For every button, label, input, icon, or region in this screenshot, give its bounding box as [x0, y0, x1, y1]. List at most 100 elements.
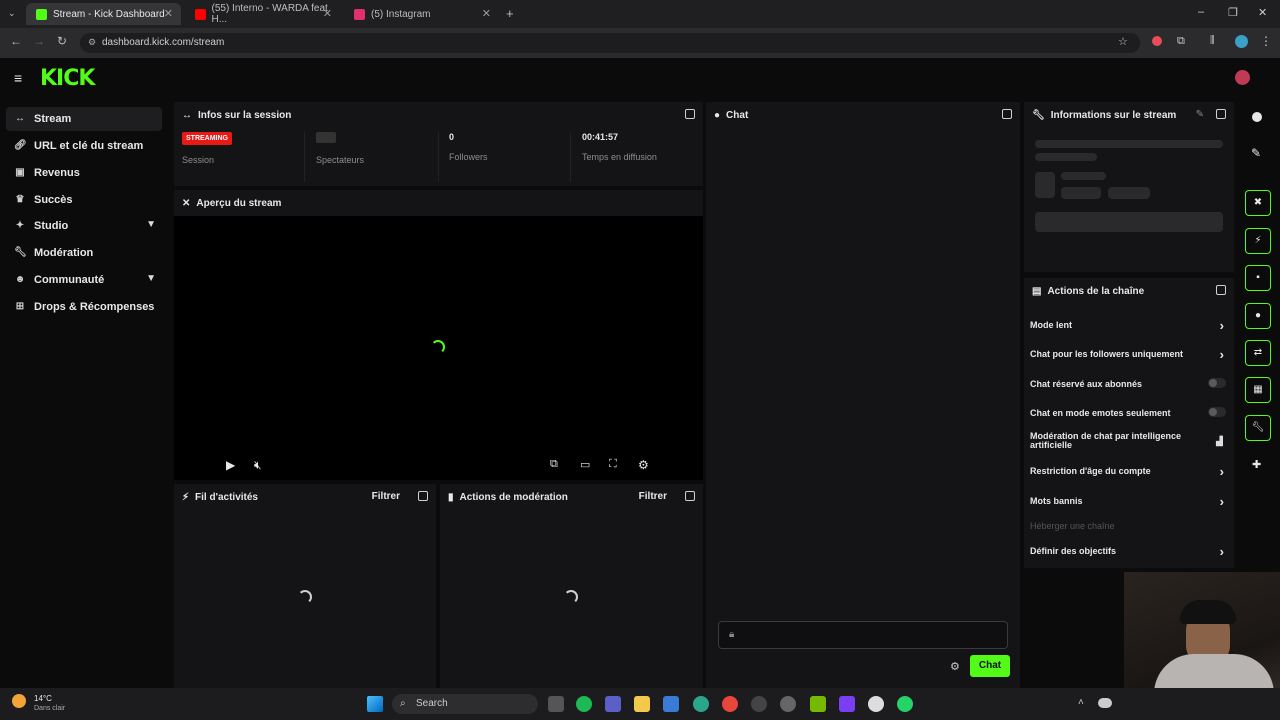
fullscreen-icon[interactable]: ⛶: [609, 458, 617, 471]
popout-icon[interactable]: [685, 109, 695, 119]
task-view-icon[interactable]: [548, 696, 564, 712]
chat-settings-gear-icon[interactable]: ⚙: [950, 660, 960, 673]
popout-icon[interactable]: [1002, 109, 1012, 119]
session-label: Session: [182, 155, 215, 165]
app-icon[interactable]: [751, 696, 767, 712]
info-icon[interactable]: [1252, 112, 1262, 122]
tab-menu-icon[interactable]: ⌄: [8, 8, 16, 19]
filter-button[interactable]: Filtrer: [372, 491, 400, 502]
edit-pencil-icon[interactable]: ✎: [1196, 109, 1204, 120]
sidebar-item-stream[interactable]: ↔ Stream: [6, 107, 162, 131]
session-stat: STREAMING Session: [182, 132, 232, 165]
sidebar-item-label: Modération: [34, 247, 94, 259]
close-icon[interactable]: ✕: [164, 7, 173, 20]
kick-logo[interactable]: KICK: [40, 66, 95, 91]
whatsapp-icon[interactable]: [897, 696, 913, 712]
send-chat-button[interactable]: Chat: [970, 655, 1010, 677]
app-header: [0, 58, 1280, 100]
edge-icon[interactable]: [693, 696, 709, 712]
tray-chevron-up-icon[interactable]: ˄: [1078, 697, 1084, 708]
bookmark-star-icon[interactable]: ☆: [1118, 35, 1128, 48]
filter-button[interactable]: Filtrer: [639, 491, 667, 502]
sidebar-item-moderation[interactable]: 🔧︎ Modération: [6, 241, 162, 265]
sidebar-item-achievements[interactable]: ♛ Succès: [6, 188, 162, 212]
item-label: Chat pour les followers uniquement: [1030, 349, 1184, 359]
sidebar-item-drops[interactable]: ⊞ Drops & Récompenses: [6, 295, 162, 319]
quick-action-chat-icon[interactable]: ●: [1245, 303, 1271, 329]
tab-youtube[interactable]: (55) Interno - WARDA feat H... ✕: [185, 3, 340, 25]
stream-time-value: 00:41:57: [582, 132, 619, 142]
settings-gear-icon[interactable]: ⚙: [638, 458, 649, 472]
taskbar-search[interactable]: ⌕ Search: [392, 694, 538, 714]
browser-menu-icon[interactable]: ⋮: [1260, 34, 1272, 48]
windows-start-icon[interactable]: [367, 696, 383, 712]
tab-label: (5) Instagram: [371, 8, 431, 20]
hamburger-menu-icon[interactable]: ≡: [14, 70, 22, 86]
spotify-icon[interactable]: [576, 696, 592, 712]
chevron-down-icon: ▼: [146, 273, 156, 284]
obs-icon[interactable]: [839, 696, 855, 712]
theater-mode-icon[interactable]: ▭: [580, 458, 590, 471]
url-field[interactable]: dashboard.kick.com/stream: [80, 33, 1140, 53]
back-icon[interactable]: ←: [10, 34, 22, 48]
sidepanel-icon[interactable]: ⫼: [1210, 35, 1215, 46]
sidebar-item-stream-url[interactable]: 🔗︎ URL et clé du stream: [6, 134, 162, 158]
minimize-icon[interactable]: –: [1198, 6, 1204, 18]
quick-action-raid-icon[interactable]: ✖: [1245, 190, 1271, 216]
play-icon[interactable]: ▶: [226, 458, 235, 472]
window-close-icon[interactable]: ✕: [1258, 6, 1267, 19]
file-explorer-icon[interactable]: [634, 696, 650, 712]
picture-in-picture-icon[interactable]: ⧉: [550, 458, 558, 471]
panel-title: Chat: [726, 109, 749, 121]
sidebar-item-label: Communauté: [34, 274, 105, 286]
emotes-only-toggle[interactable]: [1208, 407, 1226, 417]
add-widget-icon[interactable]: ✚: [1252, 458, 1261, 471]
close-icon[interactable]: ✕: [323, 7, 332, 20]
quick-action-swap-icon[interactable]: ⇄: [1245, 340, 1271, 366]
sidebar-item-community[interactable]: ☻ Communauté ▼: [6, 268, 162, 292]
edit-pencil-icon[interactable]: ✎: [1251, 146, 1261, 160]
reload-icon[interactable]: ↻: [57, 34, 67, 48]
tab-instagram[interactable]: (5) Instagram ✕: [344, 3, 499, 25]
chat-input[interactable]: 🔒︎: [718, 621, 1008, 649]
item-label: Chat en mode emotes seulement: [1030, 408, 1171, 418]
set-goals-item[interactable]: Définir des objectifs ›: [1030, 544, 1230, 559]
steam-icon[interactable]: [868, 696, 884, 712]
extension-icon[interactable]: [1152, 36, 1162, 46]
site-info-icon[interactable]: ⚙: [88, 37, 96, 48]
followers-only-chat-item[interactable]: Chat pour les followers uniquement ›: [1030, 347, 1230, 362]
tab-kick-dashboard[interactable]: Stream - Kick Dashboard ✕: [26, 3, 181, 25]
popout-icon[interactable]: [1216, 285, 1226, 295]
age-restriction-item[interactable]: Restriction d'âge du compte ›: [1030, 464, 1230, 479]
forward-icon[interactable]: →: [33, 34, 45, 48]
mute-icon[interactable]: 🔇︎: [254, 458, 262, 473]
user-avatar[interactable]: [1235, 70, 1250, 85]
quick-action-note-icon[interactable]: ▪: [1245, 265, 1271, 291]
new-tab-icon[interactable]: +: [506, 6, 514, 21]
subscribers-only-toggle[interactable]: [1208, 378, 1226, 388]
maximize-icon[interactable]: ❐: [1228, 6, 1238, 19]
popout-icon[interactable]: [1216, 109, 1226, 119]
quick-action-store-icon[interactable]: ▦: [1245, 377, 1271, 403]
quick-action-bolt-icon[interactable]: ⚡︎: [1245, 228, 1271, 254]
profile-avatar-icon[interactable]: [1235, 35, 1248, 48]
banned-words-item[interactable]: Mots bannis ›: [1030, 494, 1230, 509]
store-icon[interactable]: [663, 696, 679, 712]
emotes-only-chat-item: Chat en mode emotes seulement: [1030, 407, 1230, 418]
sidebar-item-studio[interactable]: ✦ Studio ▼: [6, 214, 162, 238]
popout-icon[interactable]: [418, 491, 428, 501]
quick-action-wrench-icon[interactable]: 🔧︎: [1245, 415, 1271, 441]
chrome-icon[interactable]: [722, 696, 738, 712]
slow-mode-item[interactable]: Mode lent ›: [1030, 318, 1230, 333]
close-icon[interactable]: ✕: [482, 7, 491, 20]
ai-moderation-item[interactable]: Modération de chat par intelligence arti…: [1030, 432, 1210, 450]
settings-icon[interactable]: [780, 696, 796, 712]
popout-icon[interactable]: [685, 491, 695, 501]
nvidia-icon[interactable]: [810, 696, 826, 712]
streaming-badge: STREAMING: [182, 132, 232, 145]
teams-icon[interactable]: [605, 696, 621, 712]
followers-value: 0: [449, 132, 455, 142]
onedrive-icon[interactable]: [1098, 698, 1112, 708]
extensions-puzzle-icon[interactable]: ⧉: [1177, 35, 1185, 48]
sidebar-item-revenue[interactable]: ▣ Revenus: [6, 161, 162, 185]
